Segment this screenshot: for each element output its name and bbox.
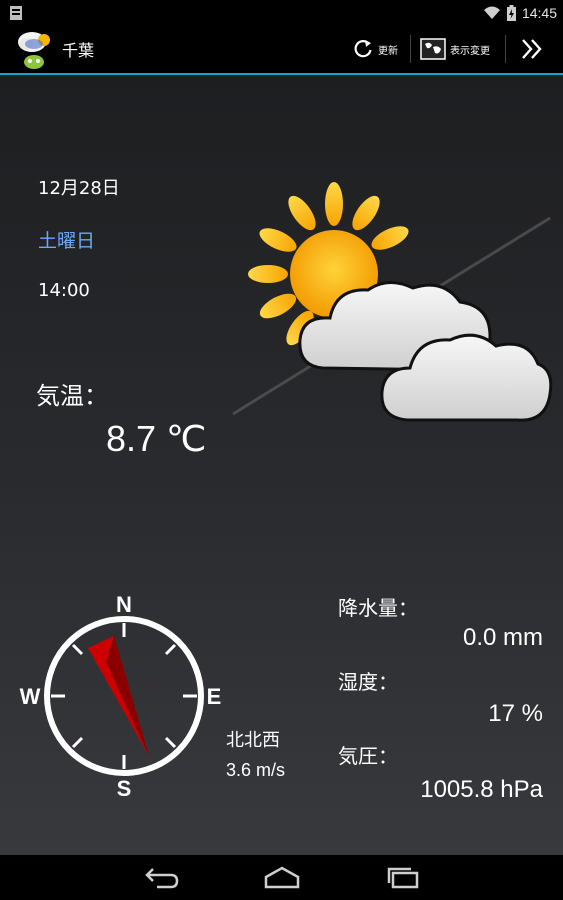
date: 12月28日	[38, 178, 120, 199]
change-view-button[interactable]: 表示変更	[420, 33, 490, 65]
refresh-label: 更新	[378, 45, 398, 57]
back-icon[interactable]	[141, 863, 181, 893]
wind-compass: N E S W	[20, 592, 222, 801]
temperature-label: 気温：	[36, 382, 108, 410]
sun-behind-clouds-icon	[232, 182, 553, 422]
double-chevron-icon[interactable]	[518, 35, 546, 63]
change-view-label: 表示変更	[450, 45, 490, 57]
divider	[505, 35, 506, 63]
precipitation-label: 降水量：	[338, 596, 418, 620]
compass-east: E	[207, 684, 222, 709]
city-title: 千葉	[62, 41, 95, 60]
navigation-bar	[0, 855, 563, 900]
map-icon	[420, 38, 446, 60]
humidity-label: 湿度：	[338, 670, 398, 694]
wind-direction: 北北西	[226, 730, 280, 751]
recent-apps-icon[interactable]	[383, 863, 423, 893]
observation-time: 14:00	[38, 280, 90, 301]
compass-north: N	[116, 592, 132, 617]
status-bar: 14:45	[0, 0, 563, 25]
weather-screen: 14:45 千葉 更新 表示変更 12月28日 土曜日 14:00 気温： 8.…	[0, 0, 563, 900]
battery-icon	[506, 5, 516, 21]
wind-speed: 3.6 m/s	[226, 760, 286, 780]
temperature-value: 8.7 ℃	[106, 418, 207, 459]
action-bar: 千葉 更新 表示変更	[0, 25, 563, 75]
status-time: 14:45	[521, 5, 557, 21]
precipitation-value: 0.0 mm	[462, 624, 543, 651]
app-logo-icon[interactable]	[12, 28, 56, 70]
refresh-icon	[354, 40, 372, 58]
status-right: 14:45	[483, 3, 557, 23]
notification-icon	[10, 6, 22, 20]
compass-south: S	[117, 776, 132, 801]
humidity-value: 17 %	[488, 700, 543, 727]
refresh-button[interactable]: 更新	[352, 33, 398, 65]
pressure-label: 気圧：	[338, 744, 398, 768]
weekday: 土曜日	[38, 230, 96, 252]
pressure-value: 1005.8 hPa	[420, 776, 543, 803]
wifi-icon	[483, 6, 500, 19]
divider	[410, 35, 411, 63]
compass-west: W	[20, 684, 41, 709]
wind-needle-shade	[106, 636, 149, 756]
home-icon[interactable]	[262, 863, 302, 893]
